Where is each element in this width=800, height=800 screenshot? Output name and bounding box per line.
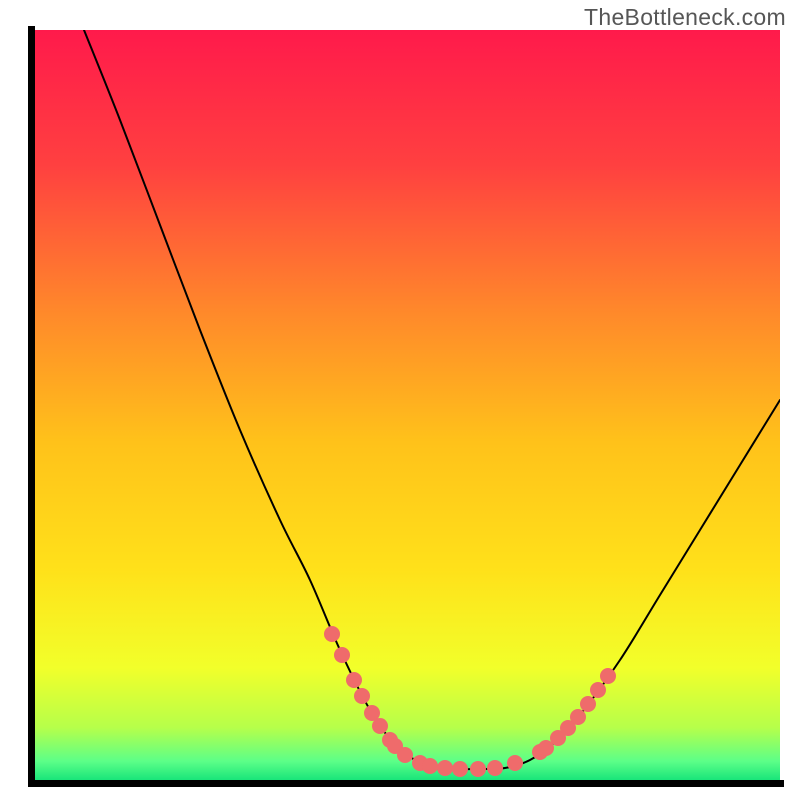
data-dot <box>324 626 340 642</box>
data-dot <box>590 682 606 698</box>
data-dot <box>487 760 503 776</box>
chart-frame: TheBottleneck.com <box>0 0 800 800</box>
data-dot <box>507 755 523 771</box>
data-dot <box>372 718 388 734</box>
data-dot <box>346 672 362 688</box>
data-dot <box>600 668 616 684</box>
data-dot <box>437 760 453 776</box>
gradient-background <box>35 30 780 780</box>
data-dot <box>580 696 596 712</box>
data-dot <box>354 688 370 704</box>
chart-svg <box>0 0 800 800</box>
watermark-text: TheBottleneck.com <box>584 4 786 31</box>
data-dot <box>452 761 468 777</box>
data-dot <box>397 747 413 763</box>
data-dot <box>422 758 438 774</box>
data-dot <box>470 761 486 777</box>
data-dot <box>570 709 586 725</box>
data-dot <box>334 647 350 663</box>
